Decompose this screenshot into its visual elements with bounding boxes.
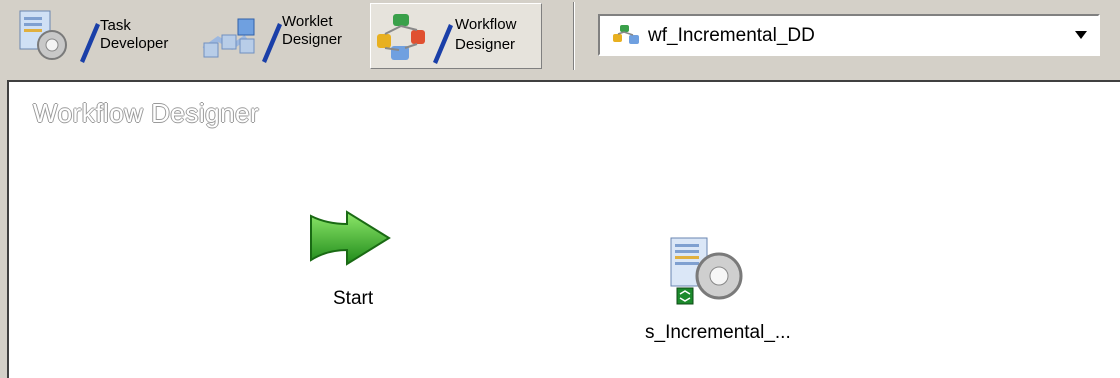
canvas-title: Workflow Designer: [33, 98, 260, 128]
workflow-designer-icon: [375, 10, 459, 71]
workflow-select-value: wf_Incremental_DD: [648, 25, 815, 46]
workflow-canvas[interactable]: Workflow Designer Start s_Incremental_..…: [7, 80, 1120, 378]
workflow-designer-button[interactable]: Workflow Designer: [370, 3, 542, 69]
workflow-designer-label-line2: Designer: [455, 36, 516, 53]
workflow-icon: [612, 24, 642, 53]
session-task-icon: [667, 234, 757, 317]
task-developer-icon: [18, 9, 102, 70]
task-developer-label-line1: Task: [100, 17, 131, 34]
task-developer-label-line2: Developer: [100, 35, 169, 52]
task-developer-button[interactable]: Task Developer: [14, 3, 192, 69]
session-node-label: s_Incremental_...: [645, 322, 791, 343]
worklet-designer-label-line2: Designer: [282, 31, 343, 48]
start-arrow-icon: [307, 210, 393, 271]
start-node[interactable]: Start: [305, 208, 395, 309]
toolbar: Task Developer Worklet Designer Workflow…: [0, 0, 1120, 76]
workflow-designer-label-line1: Workflow: [455, 16, 517, 33]
session-node[interactable]: s_Incremental_...: [639, 232, 791, 352]
toolbar-separator: [573, 2, 575, 70]
worklet-designer-button[interactable]: Worklet Designer: [196, 3, 366, 69]
chevron-down-icon[interactable]: [1066, 18, 1096, 52]
worklet-designer-label-line1: Worklet: [282, 13, 333, 30]
start-node-label: Start: [333, 288, 374, 309]
worklet-designer-icon: [200, 9, 284, 70]
workflow-select[interactable]: wf_Incremental_DD: [598, 14, 1100, 56]
